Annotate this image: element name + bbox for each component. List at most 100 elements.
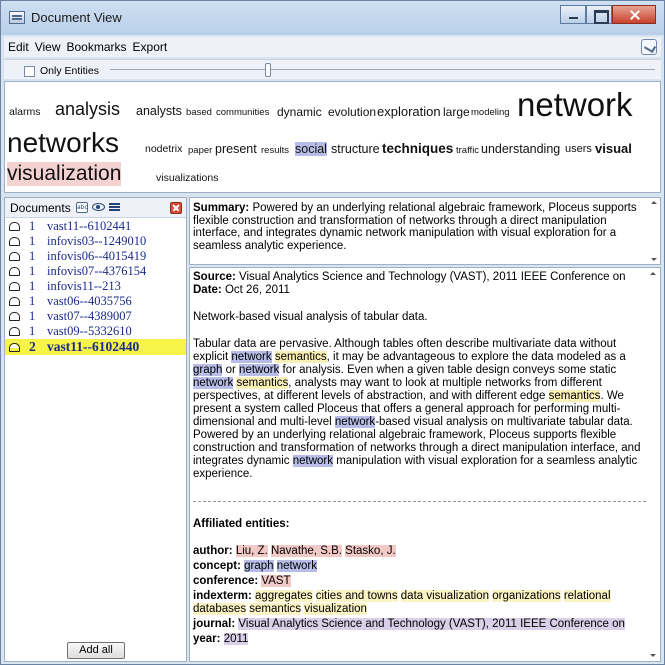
eject-icon[interactable]: [9, 297, 20, 306]
cloud-tag[interactable]: visualizations: [156, 172, 218, 184]
close-icon[interactable]: [170, 202, 182, 214]
document-list-item[interactable]: 1 vast11--6102441: [5, 219, 186, 234]
eject-icon[interactable]: [9, 237, 20, 246]
cloud-tag[interactable]: alarms: [9, 106, 41, 118]
summary-scrollbar[interactable]: [651, 199, 659, 263]
entity-value[interactable]: Liu, Z.: [235, 545, 268, 557]
entity-value[interactable]: organizations: [492, 590, 561, 602]
document-id: infovis06--4015419: [47, 249, 147, 263]
document-count: 2: [29, 339, 36, 354]
list-icon[interactable]: [109, 203, 120, 205]
cloud-tag[interactable]: analysis: [55, 99, 120, 120]
cloud-tag[interactable]: communities: [216, 107, 269, 118]
document-list-item[interactable]: 1 infovis11--213: [5, 279, 186, 294]
minimize-icon[interactable]: [560, 5, 586, 24]
document-list-item[interactable]: 1 infovis03--1249010: [5, 234, 186, 249]
eject-icon[interactable]: [9, 327, 20, 336]
cloud-tag[interactable]: paper: [188, 145, 212, 156]
entity-row: concept: graph network: [193, 560, 646, 573]
document-scrollbar[interactable]: [650, 270, 658, 659]
menu-edit[interactable]: Edit: [8, 40, 29, 54]
entity-value[interactable]: Navathe, S.B.: [270, 545, 342, 557]
cloud-tag[interactable]: modeling: [471, 107, 510, 118]
eject-icon[interactable]: [9, 267, 20, 276]
entity-value[interactable]: graph: [244, 560, 274, 572]
eject-icon[interactable]: [9, 342, 20, 352]
cloud-tag[interactable]: network: [517, 86, 633, 124]
eject-icon[interactable]: [9, 312, 20, 321]
document-list-item[interactable]: 1 vast07--4389007: [5, 309, 186, 324]
abstract-text: for analysis. Even when a given table de…: [279, 364, 617, 376]
document-list-item[interactable]: 1 infovis07--4376154: [5, 264, 186, 279]
entity-value[interactable]: semantics: [249, 603, 302, 615]
cloud-tag[interactable]: dynamic: [277, 105, 322, 119]
entity-value[interactable]: VAST: [261, 575, 291, 587]
highlighted-term[interactable]: network: [231, 351, 272, 363]
menu-bookmarks[interactable]: Bookmarks: [66, 40, 126, 54]
cloud-tag[interactable]: visual: [595, 141, 632, 156]
document-count: 1: [29, 279, 36, 293]
highlighted-term[interactable]: network: [292, 455, 333, 467]
cloud-tag[interactable]: exploration: [377, 104, 441, 119]
document-list-item[interactable]: 1 vast09--5332610: [5, 324, 186, 339]
threshold-slider-thumb[interactable]: [265, 63, 272, 77]
cloud-tag[interactable]: social: [295, 142, 327, 156]
entity-value[interactable]: Visual Analytics Science and Technology …: [238, 618, 625, 630]
entity-value[interactable]: Stasko, J.: [345, 545, 396, 557]
only-entities-checkbox[interactable]: [24, 65, 35, 77]
highlighted-term[interactable]: semantics: [274, 351, 327, 363]
document-list-item[interactable]: 1 vast06--4035756: [5, 294, 186, 309]
highlighted-term[interactable]: semantics: [236, 377, 289, 389]
highlighted-term[interactable]: network: [193, 377, 234, 389]
highlighted-term[interactable]: semantics: [548, 390, 601, 402]
document-list-item[interactable]: 1 infovis06--4015419: [5, 249, 186, 264]
highlighted-term[interactable]: network: [334, 416, 376, 428]
entity-value[interactable]: network: [276, 560, 318, 572]
document-view-window: Document View Edit View Bookmarks Export…: [0, 0, 665, 665]
document-list-item[interactable]: 2 vast11--6102440: [5, 339, 186, 355]
highlighted-term[interactable]: graph: [193, 364, 223, 376]
menu-export[interactable]: Export: [133, 40, 168, 54]
document-count: 1: [29, 324, 36, 338]
highlighted-term[interactable]: network: [239, 364, 280, 376]
entity-value[interactable]: data visualization: [400, 590, 490, 602]
source-label: Source:: [193, 271, 236, 283]
menu-view[interactable]: View: [35, 40, 61, 54]
cloud-tag[interactable]: users: [565, 143, 592, 155]
cloud-tag[interactable]: based: [186, 107, 212, 118]
cloud-tag[interactable]: techniques: [382, 141, 453, 156]
cloud-tag[interactable]: nodetrix: [145, 143, 182, 155]
eject-icon[interactable]: [9, 252, 20, 261]
cloud-tag[interactable]: analysts: [136, 104, 182, 118]
summary-label: Summary:: [193, 202, 250, 214]
cloud-tag[interactable]: present: [215, 142, 257, 156]
cloud-tag[interactable]: evolution: [328, 105, 376, 119]
eye-icon[interactable]: [92, 203, 105, 211]
threshold-slider-track[interactable]: [110, 69, 655, 70]
entity-value[interactable]: visualization: [304, 603, 367, 615]
entity-value[interactable]: aggregates: [255, 590, 313, 602]
cloud-tag[interactable]: results: [261, 145, 289, 156]
eject-icon[interactable]: [9, 222, 20, 231]
entity-type-label: conference:: [193, 575, 259, 587]
cloud-tag[interactable]: understanding: [481, 142, 560, 156]
entity-type-label: year:: [193, 633, 221, 645]
entity-value[interactable]: 2011: [223, 633, 249, 645]
cloud-tag[interactable]: visualization: [7, 162, 122, 186]
cloud-tag[interactable]: traffic: [456, 145, 479, 156]
cloud-tag[interactable]: networks: [7, 127, 119, 159]
maximize-icon[interactable]: [586, 5, 612, 24]
add-all-button[interactable]: Add all: [67, 642, 125, 659]
document-id: vast09--5332610: [47, 324, 132, 338]
cloud-tag[interactable]: large: [443, 105, 470, 119]
only-entities-toggle[interactable]: Only Entities: [24, 63, 99, 79]
entity-value[interactable]: cities and towns: [315, 590, 398, 602]
eject-icon[interactable]: [9, 282, 20, 291]
cloud-tag[interactable]: structure: [331, 142, 380, 156]
window-controls: [560, 5, 656, 24]
only-entities-label: Only Entities: [40, 65, 99, 77]
close-icon[interactable]: [612, 5, 656, 24]
sort-abc-icon[interactable]: abc: [76, 202, 88, 213]
abstract-text: , it may be advantageous to explore the …: [326, 351, 626, 363]
collapse-icon[interactable]: [641, 39, 657, 55]
